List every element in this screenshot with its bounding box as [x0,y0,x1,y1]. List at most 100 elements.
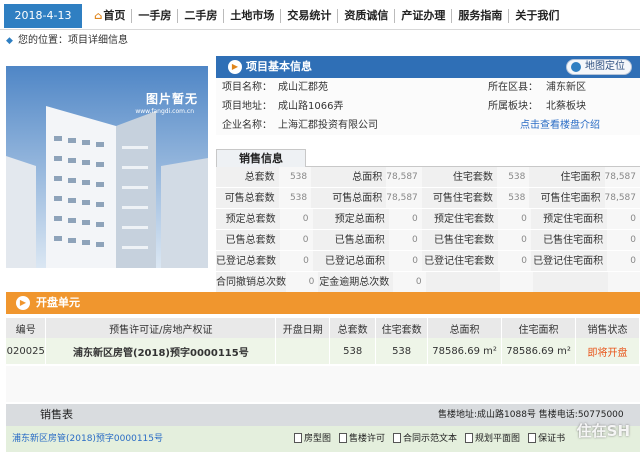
table-header-row: 编号 预售许可证/房地产权证 开盘日期 总套数 住宅套数 总面积 住宅面积 销售… [6,318,640,338]
table-row[interactable]: 020025 浦东新区房管(2018)预字0000115号 538 538 78… [6,338,640,364]
date-display: 2018-4-13 [4,4,82,28]
document-icon [393,432,402,443]
sales-info-grid: 总套数 538 总面积 78,587 住宅套数 538 住宅面积 78,587 可售总套数 538… [216,167,640,293]
project-plate: 北蔡板块 [546,101,586,112]
col-residential-area: 住宅面积 [501,318,576,338]
sales-label: 已登记住宅套数 [421,251,499,271]
col-open-date: 开盘日期 [275,318,331,338]
doc-guarantee[interactable]: 保证书 [528,431,565,444]
globe-icon [571,62,581,72]
sales-label: 已登记总面积 [312,251,390,271]
sales-label: 已售总套数 [216,230,280,250]
permit-link[interactable]: 浦东新区房管(2018)预字0000115号 [12,426,163,452]
sales-table-bar: 销售表 售楼地址:成山路1088号 售楼电话:50775000 [6,404,640,426]
sales-row: 总套数 538 总面积 78,587 住宅套数 538 住宅面积 78,587 [216,167,640,188]
sale-units-table: 编号 预售许可证/房地产权证 开盘日期 总套数 住宅套数 总面积 住宅面积 销售… [6,318,640,364]
col-total-area: 总面积 [427,318,503,338]
sales-label: 预定住宅面积 [530,209,608,229]
sales-value: 0 [497,209,531,229]
sales-value: 0 [389,251,422,271]
sales-row: 可售总套数 538 可售总面积 78,587 可售住宅套数 538 可售住宅面积 78,587 [216,188,640,209]
sales-value [607,272,640,292]
nav-land-market[interactable]: 土地市场 [223,9,280,23]
document-links: 房型图 售楼许可 合同示范文本 规划平面图 保证书 [294,431,565,444]
project-info-panel: ▶ 项目基本信息 地图定位 项目名称： 成山汇郡苑 所在区县： 浦东新区 项目地… [216,56,640,135]
sale-units-header: ▶ 开盘单元 [6,292,640,314]
col-number: 编号 [6,318,47,338]
map-locate-button[interactable]: 地图定位 [566,59,632,75]
main-nav: ⌂首页 一手房 二手房 土地市场 交易统计 资质诚信 产证办理 服务指南 关于我… [88,4,565,28]
sales-label: 已售住宅套数 [421,230,498,250]
nav-certificate[interactable]: 产证办理 [394,9,451,23]
sales-label: 可售住宅面积 [529,188,605,208]
play-circle-icon: ▶ [228,60,242,74]
sales-label: 总套数 [216,167,279,187]
unit-residential-area: 78586.69 m² [501,338,576,364]
unit-open-date [275,338,331,364]
top-nav: 2018-4-13 ⌂首页 一手房 二手房 土地市场 交易统计 资质诚信 产证办… [0,0,640,30]
sales-value: 538 [496,188,530,208]
doc-sales-permit[interactable]: 售楼许可 [339,431,385,444]
sales-value: 0 [279,209,313,229]
sales-value: 78,587 [604,167,640,187]
location-pin-icon: ◆ [6,36,13,46]
sales-value: 78,587 [386,188,422,208]
photo-placeholder-text: 图片暂无 [145,92,198,106]
document-icon [294,432,302,443]
nav-credentials[interactable]: 资质诚信 [337,9,394,23]
sales-label: 已售总面积 [312,230,389,250]
documents-bar: 浦东新区房管(2018)预字0000115号 房型图 售楼许可 合同示范文本 规… [6,426,640,452]
col-total-units: 总套数 [329,318,377,338]
breadcrumb: ◆ 您的位置：项目详细信息 [0,31,640,51]
nav-second-hand[interactable]: 二手房 [177,9,223,23]
sales-value: 538 [278,167,312,187]
nav-about-us[interactable]: 关于我们 [508,9,565,23]
project-intro-link[interactable]: 点击查看楼盘介绍 [520,116,600,135]
doc-floor-plan[interactable]: 房型图 [294,431,331,444]
sales-value: 0 [393,272,426,292]
sales-value [500,272,533,292]
sales-value: 78,587 [604,188,640,208]
photo-placeholder-url: www.fangdi.com.cn [135,108,194,115]
document-icon [465,432,474,443]
sales-label: 已登记总套数 [216,251,280,271]
project-district: 浦东新区 [546,82,586,93]
nav-service-guide[interactable]: 服务指南 [451,9,508,23]
sales-value: 0 [607,251,640,271]
nav-new-homes[interactable]: 一手房 [131,9,177,23]
col-sale-status: 销售状态 [575,318,640,338]
sales-value: 0 [388,209,422,229]
doc-contract-template[interactable]: 合同示范文本 [393,431,457,444]
tab-sales-info[interactable]: 销售信息 [216,149,306,167]
sales-value: 0 [280,251,313,271]
sales-label: 住宅套数 [421,167,497,187]
sales-value: 0 [497,230,531,250]
sales-value: 538 [496,167,530,187]
sales-label: 定金逾期总次数 [318,272,394,292]
nav-trade-stats[interactable]: 交易统计 [280,9,337,23]
play-circle-icon: ▶ [16,296,30,310]
sales-label: 可售总面积 [311,188,387,208]
sales-row: 预定总套数 0 预定总面积 0 预定住宅套数 0 预定住宅面积 0 [216,209,640,230]
col-permit: 预售许可证/房地产权证 [45,318,277,338]
info-row-address: 项目地址： 成山路1066弄 所属板块： 北蔡板块 [216,97,640,116]
sales-row: 已登记总套数 0 已登记总面积 0 已登记住宅套数 0 已登记住宅面积 0 [216,251,640,272]
sales-value: 0 [388,230,422,250]
document-icon [339,432,348,443]
sales-row: 合同撤销总次数 0 定金逾期总次数 0 [216,272,640,293]
watermark: 住在SH [576,422,630,440]
sales-value: 0 [607,209,640,229]
sales-label: 住宅面积 [529,167,605,187]
sales-table-label: 销售表 [40,408,73,421]
nav-home[interactable]: ⌂首页 [88,9,131,24]
unit-total-units: 538 [329,338,377,364]
sales-value: 0 [279,230,313,250]
sales-label: 预定总面积 [312,209,389,229]
unit-number: 020025 [6,338,47,364]
home-icon: ⌂ [94,10,103,22]
doc-site-plan[interactable]: 规划平面图 [465,431,520,444]
sales-label: 已登记住宅面积 [530,251,608,271]
unit-permit[interactable]: 浦东新区房管(2018)预字0000115号 [45,338,277,364]
sales-value: 0 [607,230,640,250]
sales-label: 预定住宅套数 [421,209,498,229]
